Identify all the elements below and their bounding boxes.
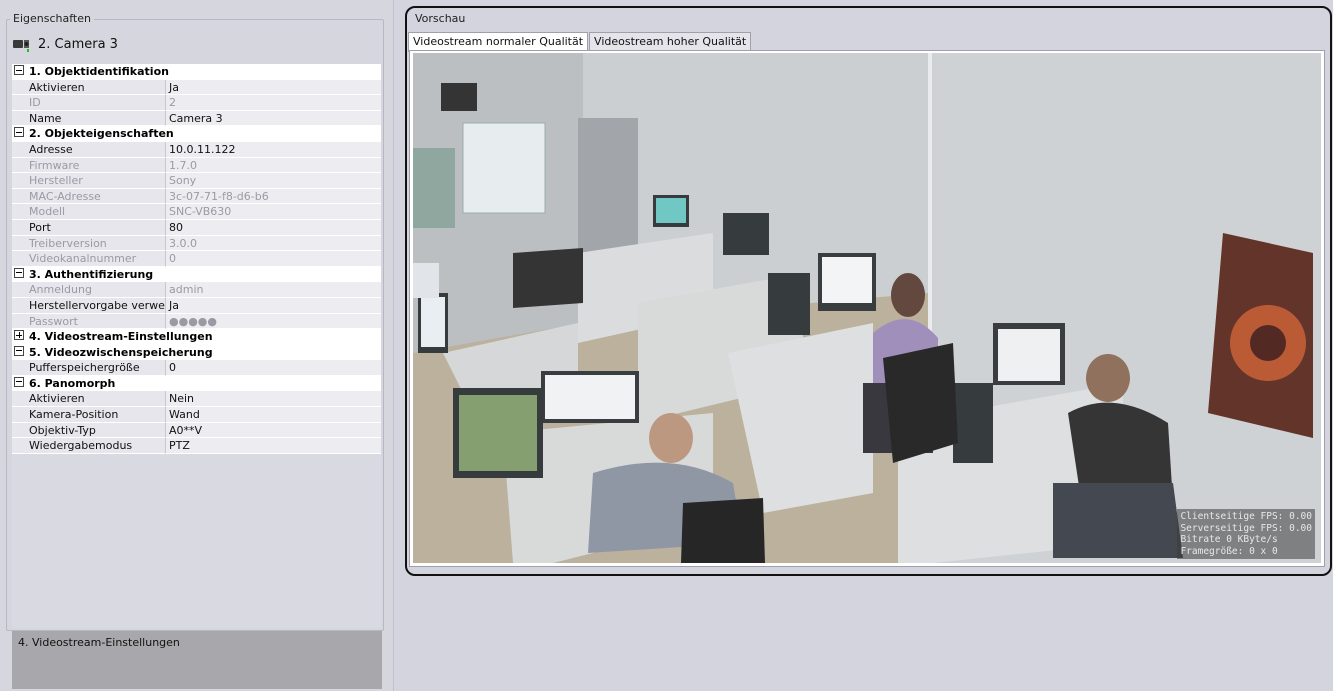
category-row[interactable]: 1. Objektidentifikation: [12, 64, 381, 80]
property-value: 1.7.0: [166, 157, 381, 174]
property-key: Objektiv-Typ: [12, 422, 166, 439]
properties-title: Eigenschaften: [10, 12, 94, 25]
property-key: Adresse: [12, 141, 166, 158]
property-key: Anmeldung: [12, 282, 166, 298]
property-value[interactable]: Wand: [166, 407, 381, 423]
property-row[interactable]: Anmeldung admin: [12, 282, 381, 298]
preview-title: Vorschau: [415, 12, 466, 25]
property-value[interactable]: Camera 3: [166, 110, 381, 127]
property-row[interactable]: Hersteller Sony: [12, 173, 381, 189]
property-value: 3.0.0: [166, 235, 381, 252]
object-header: 2. Camera 3: [12, 34, 118, 54]
property-key: Videokanalnummer: [12, 251, 166, 267]
property-description: 4. Videostream-Einstellungen: [12, 631, 382, 689]
property-row[interactable]: Pufferspeichergröße 0: [12, 360, 381, 376]
property-row[interactable]: Treiberversion 3.0.0: [12, 235, 381, 252]
property-value[interactable]: Ja: [166, 79, 381, 96]
property-row[interactable]: Firmware 1.7.0: [12, 157, 381, 174]
property-value[interactable]: 10.0.11.122: [166, 141, 381, 158]
server-fps: Serverseitige FPS: 0.00: [1180, 522, 1312, 534]
collapse-icon[interactable]: [14, 127, 24, 138]
property-row[interactable]: Wiedergabemodus PTZ: [12, 438, 381, 454]
category-row[interactable]: 2. Objekteigenschaften: [12, 126, 381, 142]
property-value: Sony: [166, 173, 381, 189]
property-key: Aktivieren: [12, 79, 166, 96]
property-row[interactable]: MAC-Adresse 3c-07-71-f8-d6-b6: [12, 188, 381, 205]
stream-stats-overlay: Clientseitige FPS: 0.00 Serverseitige FP…: [1177, 509, 1315, 559]
category-label: 4. Videostream-Einstellungen: [29, 330, 213, 344]
property-row[interactable]: Herstellervorgabe verwend Ja: [12, 297, 381, 314]
collapse-icon[interactable]: [14, 345, 24, 356]
category-row[interactable]: 3. Authentifizierung: [12, 266, 381, 283]
property-key: Herstellervorgabe verwend: [12, 297, 166, 314]
property-row[interactable]: ID 2: [12, 95, 381, 111]
frame-size: Framegröße: 0 x 0: [1180, 545, 1278, 557]
property-key: Hersteller: [12, 173, 166, 189]
property-key: ID: [12, 95, 166, 111]
collapse-icon[interactable]: [14, 65, 24, 75]
property-value[interactable]: 80: [166, 219, 381, 236]
property-value: admin: [166, 282, 381, 298]
property-value[interactable]: Nein: [166, 391, 381, 408]
office-scene-image: [413, 53, 1321, 563]
property-key: Name: [12, 110, 166, 127]
property-row[interactable]: Objektiv-Typ A0**V: [12, 422, 381, 439]
property-row[interactable]: Videokanalnummer 0: [12, 251, 381, 267]
category-row[interactable]: 4. Videostream-Einstellungen: [12, 329, 381, 345]
property-row[interactable]: Aktivieren Ja: [12, 79, 381, 96]
property-row[interactable]: Passwort ●●●●●: [12, 313, 381, 330]
property-value[interactable]: A0**V: [166, 422, 381, 439]
property-key: Wiedergabemodus: [12, 438, 166, 454]
property-row[interactable]: Port 80: [12, 219, 381, 236]
property-key: MAC-Adresse: [12, 188, 166, 205]
category-label: 2. Objekteigenschaften: [29, 127, 174, 141]
property-value: ●●●●●: [166, 313, 381, 330]
property-key: Modell: [12, 204, 166, 220]
tab-high-quality[interactable]: Videostream hoher Qualität: [589, 32, 752, 51]
property-row[interactable]: Name Camera 3: [12, 110, 381, 127]
property-key: Firmware: [12, 157, 166, 174]
description-text: 4. Videostream-Einstellungen: [18, 636, 180, 649]
property-row[interactable]: Adresse 10.0.11.122: [12, 141, 381, 158]
category-label: 5. Videozwischenspeicherung: [29, 345, 213, 359]
category-label: 6. Panomorph: [29, 376, 116, 390]
property-row[interactable]: Kamera-Position Wand: [12, 407, 381, 423]
collapse-icon[interactable]: [14, 267, 24, 278]
property-key: Aktivieren: [12, 391, 166, 408]
property-key: Kamera-Position: [12, 407, 166, 423]
category-label: 3. Authentifizierung: [29, 267, 154, 281]
property-value[interactable]: 0: [166, 360, 381, 376]
camera-icon: [12, 37, 32, 52]
client-fps: Clientseitige FPS: 0.00: [1180, 511, 1312, 522]
tab-normal-quality[interactable]: Videostream normaler Qualität: [408, 32, 589, 52]
property-value: 3c-07-71-f8-d6-b6: [166, 188, 381, 205]
property-key: Treiberversion: [12, 235, 166, 252]
object-title: 2. Camera 3: [38, 36, 118, 52]
category-row[interactable]: 6. Panomorph: [12, 375, 381, 392]
expand-icon[interactable]: [14, 330, 24, 341]
preview-tabs: Videostream normaler Qualität Videostrea…: [408, 32, 752, 52]
property-row[interactable]: Aktivieren Nein: [12, 391, 381, 408]
property-value: 0: [166, 251, 381, 267]
property-value[interactable]: PTZ: [166, 438, 381, 454]
bitrate: Bitrate 0 KByte/s: [1180, 534, 1278, 545]
property-key: Passwort: [12, 313, 166, 330]
property-value: 2: [166, 95, 381, 111]
property-value[interactable]: Ja: [166, 297, 381, 314]
video-stream[interactable]: Clientseitige FPS: 0.00 Serverseitige FP…: [413, 53, 1321, 563]
property-key: Port: [12, 219, 166, 236]
property-value: SNC-VB630: [166, 204, 381, 220]
collapse-icon[interactable]: [14, 376, 24, 387]
category-label: 1. Objektidentifikation: [29, 65, 169, 78]
property-row[interactable]: Modell SNC-VB630: [12, 204, 381, 220]
property-key: Pufferspeichergröße: [12, 360, 166, 376]
property-grid[interactable]: 1. Objektidentifikation Aktivieren Ja ID 2 Na…: [12, 64, 381, 628]
properties-panel: Eigenschaften 2. Camera 3 1. Objektident…: [0, 0, 394, 691]
category-row[interactable]: 5. Videozwischenspeicherung: [12, 344, 381, 361]
